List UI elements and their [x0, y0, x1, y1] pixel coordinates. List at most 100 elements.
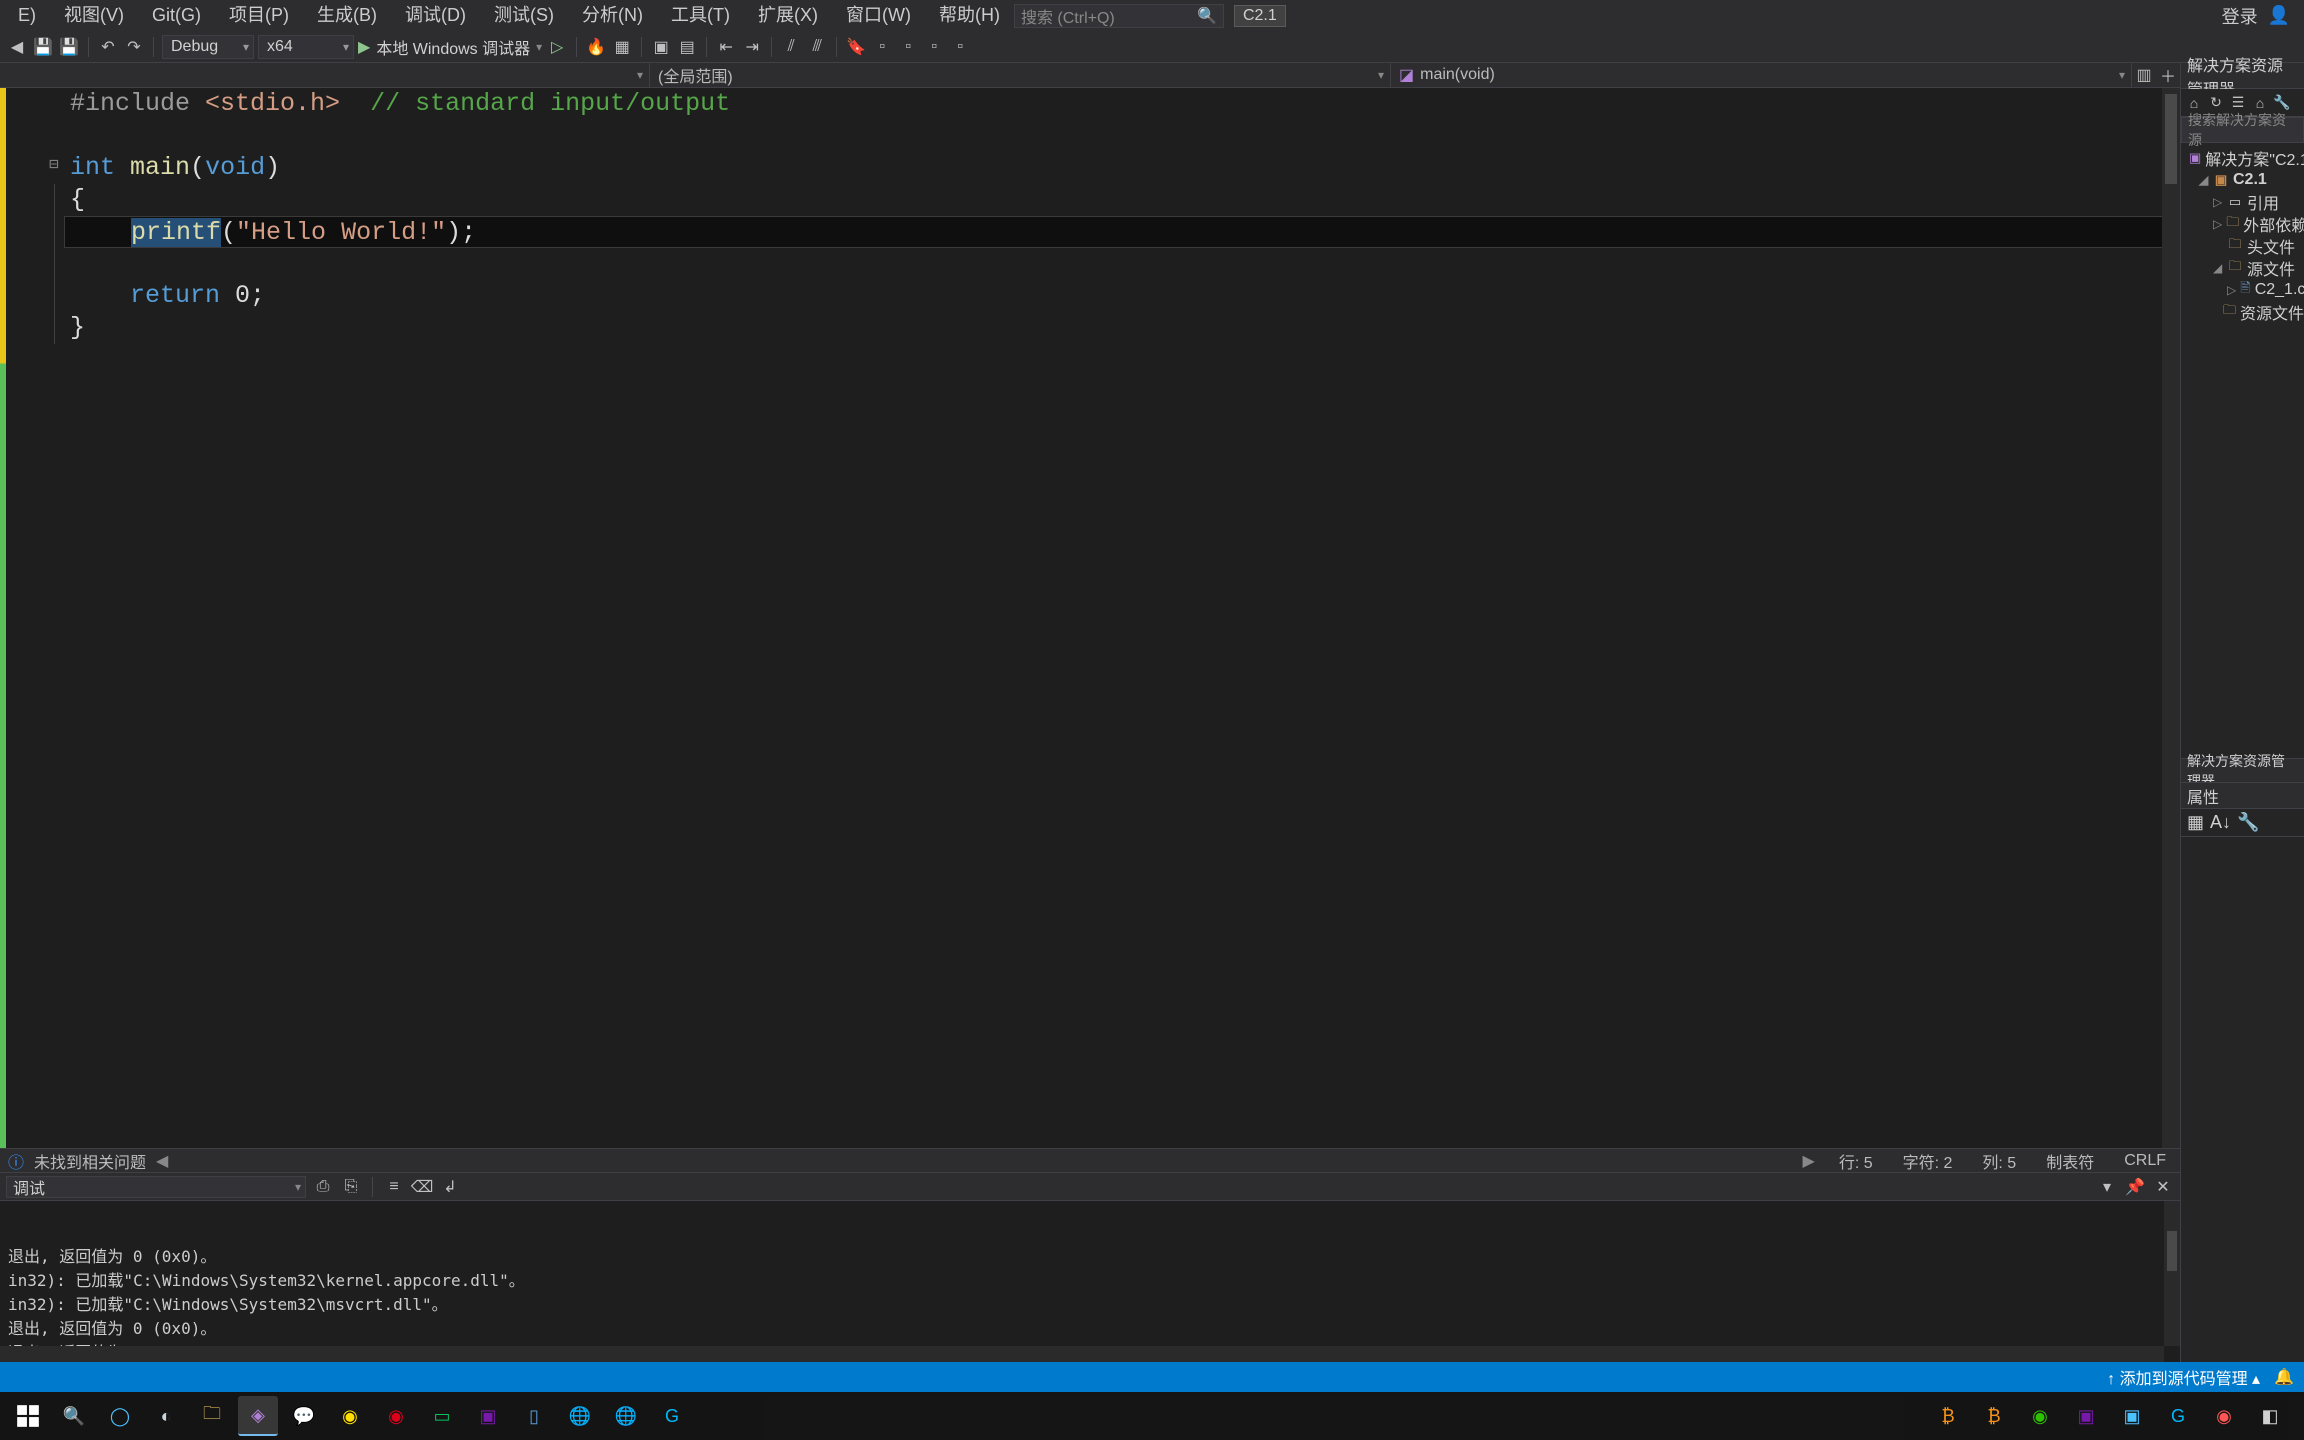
tb-icon[interactable]: ▦	[611, 36, 633, 58]
tree-solution[interactable]: ▣解决方案"C2.1"(1	[2181, 147, 2304, 169]
solution-tree[interactable]: ▣解决方案"C2.1"(1 ◢▣C2.1 ▷▭引用 ▷🗀外部依赖项 🗀头文件 ◢…	[2181, 143, 2304, 758]
tree-headers[interactable]: 🗀头文件	[2181, 235, 2304, 257]
nav-back-icon[interactable]: ◀	[6, 36, 28, 58]
tree-project[interactable]: ◢▣C2.1	[2181, 169, 2304, 191]
edge-icon[interactable]: 🌐	[606, 1396, 646, 1436]
col-indicator[interactable]: 列: 5	[1976, 1149, 2022, 1173]
menu-item[interactable]: 调试(D)	[391, 0, 480, 31]
output-text[interactable]: 退出, 返回值为 0 (0x0)。in32): 已加载"C:\Windows\S…	[0, 1201, 2180, 1362]
save-all-icon[interactable]: 💾	[58, 36, 80, 58]
code-editor[interactable]: #include <stdio.h> // standard input/out…	[0, 88, 2180, 1148]
run-button[interactable]: ▶ 本地 Windows 调试器 ▾	[358, 35, 542, 59]
cortana-icon[interactable]: ◯	[100, 1396, 140, 1436]
chevron-down-icon[interactable]: ▾	[2096, 1176, 2118, 1198]
tb-icon[interactable]: ▫	[897, 36, 919, 58]
chrome-icon[interactable]: 🌐	[560, 1396, 600, 1436]
tb-icon[interactable]: ▫	[949, 36, 971, 58]
onenote-icon[interactable]: ▣	[468, 1396, 508, 1436]
output-source-combo[interactable]: 调试	[6, 1176, 306, 1198]
vertical-scrollbar[interactable]	[2162, 88, 2180, 1148]
scroll-thumb[interactable]	[2165, 94, 2177, 184]
properties-body[interactable]	[2181, 837, 2304, 1362]
netease-icon[interactable]: ◉	[376, 1396, 416, 1436]
tree-sources[interactable]: ◢🗀源文件	[2181, 257, 2304, 279]
chevron-right-icon[interactable]: ▶	[1803, 1151, 1815, 1171]
menu-item[interactable]: 项目(P)	[215, 0, 303, 31]
fold-gutter[interactable]	[44, 88, 64, 1148]
tb-icon[interactable]: ▣	[650, 36, 672, 58]
menu-item[interactable]: 分析(N)	[568, 0, 657, 31]
logi-icon[interactable]: G	[652, 1396, 692, 1436]
output-icon[interactable]: ⎘	[340, 1176, 362, 1198]
tree-refs[interactable]: ▷▭引用	[2181, 191, 2304, 213]
home-icon[interactable]: ⌂	[2185, 94, 2203, 112]
tray-icon[interactable]: ₿	[1928, 1396, 1968, 1436]
login-area[interactable]: 登录 👤	[2222, 3, 2300, 29]
nav-member-combo[interactable]: ◪main(void)	[1391, 63, 2132, 87]
char-indicator[interactable]: 字符: 2	[1897, 1149, 1959, 1173]
output-icon[interactable]: ⌫	[411, 1176, 433, 1198]
indent-increase-icon[interactable]: ⇥	[741, 36, 763, 58]
tool-icon[interactable]: ⌂	[2251, 94, 2269, 112]
eol-indicator[interactable]: CRLF	[2118, 1152, 2172, 1170]
nav-project-combo[interactable]	[0, 63, 650, 87]
explorer-icon[interactable]: 🗀	[192, 1396, 232, 1436]
nav-split-icon[interactable]: ▥	[2132, 63, 2156, 87]
tool-icon[interactable]: 🔧	[2273, 94, 2291, 112]
menu-item[interactable]: 视图(V)	[50, 0, 138, 31]
tray-icon[interactable]: ◉	[2204, 1396, 2244, 1436]
solution-search-input[interactable]: 搜索解决方案资源	[2181, 117, 2304, 143]
config-combo[interactable]: Debug	[162, 35, 254, 59]
steam-icon[interactable]: ◐	[146, 1396, 186, 1436]
tree-resources[interactable]: 🗀资源文件	[2181, 301, 2304, 323]
app-icon[interactable]: ▭	[422, 1396, 462, 1436]
tb-icon[interactable]: 🔥	[585, 36, 607, 58]
menu-item[interactable]: E)	[4, 0, 50, 31]
tb-icon[interactable]: ▤	[676, 36, 698, 58]
app-icon[interactable]: ▯	[514, 1396, 554, 1436]
pin-icon[interactable]: 📌	[2124, 1176, 2146, 1198]
menu-item[interactable]: 窗口(W)	[832, 0, 925, 31]
bookmark-icon[interactable]: 🔖	[845, 36, 867, 58]
output-icon[interactable]: ≡	[383, 1176, 405, 1198]
line-indicator[interactable]: 行: 5	[1833, 1149, 1879, 1173]
search-task-icon[interactable]: 🔍	[54, 1396, 94, 1436]
undo-icon[interactable]: ↶	[97, 36, 119, 58]
notifications-icon[interactable]: 🔔	[2274, 1367, 2294, 1387]
platform-combo[interactable]: x64	[258, 35, 354, 59]
tabs-indicator[interactable]: 制表符	[2040, 1149, 2100, 1173]
menu-item[interactable]: 扩展(X)	[744, 0, 832, 31]
tray-icon[interactable]: ◧	[2250, 1396, 2290, 1436]
solution-explorer-tab[interactable]: 解决方案资源管理器	[2181, 758, 2304, 782]
nav-scope-combo[interactable]: (全局范围)	[650, 63, 1391, 87]
system-tray[interactable]: ₿ ₿ ◉ ▣ ▣ G ◉ ◧	[1928, 1396, 2296, 1436]
chevron-left-icon[interactable]: ◀	[156, 1151, 168, 1171]
output-icon[interactable]: ↲	[439, 1176, 461, 1198]
source-control-button[interactable]: ↑ 添加到源代码管理 ▴	[2107, 1365, 2260, 1389]
code-body[interactable]: #include <stdio.h> // standard input/out…	[64, 88, 2180, 1148]
alpha-icon[interactable]: A↓	[2210, 812, 2231, 833]
output-horizontal-scrollbar[interactable]	[0, 1346, 2164, 1362]
categorize-icon[interactable]: ▦	[2187, 812, 2204, 833]
tray-icon[interactable]: ◉	[2020, 1396, 2060, 1436]
uncomment-icon[interactable]: ⫻	[806, 36, 828, 58]
search-input[interactable]: 搜索 (Ctrl+Q) 🔍	[1014, 4, 1224, 28]
save-icon[interactable]: 💾	[32, 36, 54, 58]
indent-decrease-icon[interactable]: ⇤	[715, 36, 737, 58]
menu-item[interactable]: 帮助(H)	[925, 0, 1014, 31]
tb-icon[interactable]: ▫	[923, 36, 945, 58]
menu-item[interactable]: 生成(B)	[303, 0, 391, 31]
tray-icon[interactable]: ▣	[2112, 1396, 2152, 1436]
comment-icon[interactable]: ⫽	[780, 36, 802, 58]
start-noDebug-icon[interactable]: ▷	[546, 36, 568, 58]
wechat-icon[interactable]: 💬	[284, 1396, 324, 1436]
wrench-icon[interactable]: 🔧	[2237, 812, 2259, 833]
tb-icon[interactable]: ▫	[871, 36, 893, 58]
tool-icon[interactable]: ↻	[2207, 94, 2225, 112]
tree-external[interactable]: ▷🗀外部依赖项	[2181, 213, 2304, 235]
nav-add-icon[interactable]: ＋	[2156, 63, 2180, 87]
output-vertical-scrollbar[interactable]	[2164, 1201, 2180, 1346]
start-button[interactable]	[8, 1396, 48, 1436]
visual-studio-icon[interactable]: ◈	[238, 1396, 278, 1436]
qq-music-icon[interactable]: ◉	[330, 1396, 370, 1436]
